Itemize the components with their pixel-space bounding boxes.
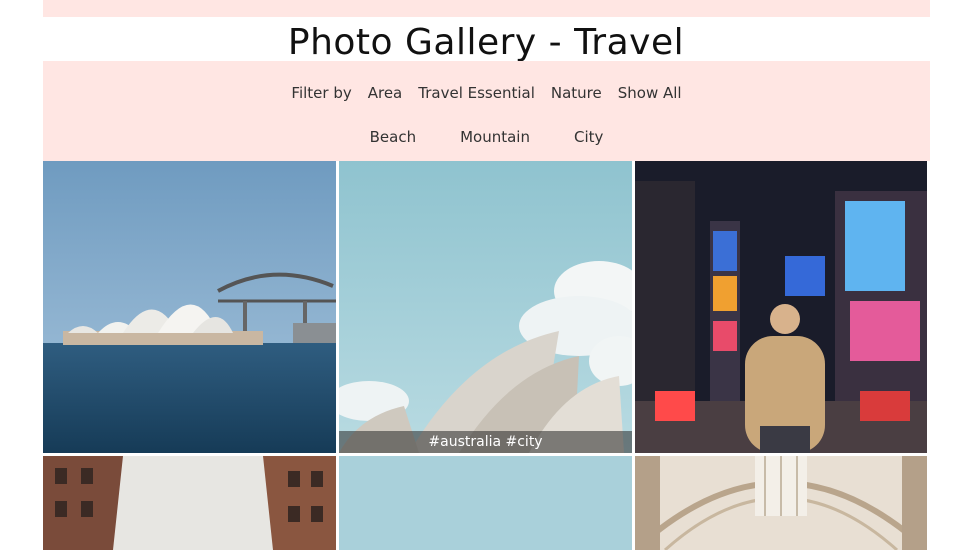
filter-nature[interactable]: Nature bbox=[551, 84, 602, 102]
photo-image bbox=[635, 456, 927, 550]
filter-show-all[interactable]: Show All bbox=[618, 84, 682, 102]
filter-row-sub: Beach Mountain City bbox=[43, 128, 930, 146]
photo-tags-caption: #australia #city bbox=[339, 431, 632, 453]
photo-image bbox=[43, 456, 336, 550]
photo-image bbox=[339, 456, 632, 550]
filter-row-main: Filter by Area Travel Essential Nature S… bbox=[43, 84, 930, 102]
photo-image bbox=[43, 161, 336, 453]
filter-mountain[interactable]: Mountain bbox=[460, 128, 530, 146]
filter-nav: Filter by Area Travel Essential Nature S… bbox=[43, 61, 930, 161]
photo-sky[interactable] bbox=[339, 456, 632, 550]
photo-image bbox=[339, 161, 632, 453]
filter-by-label: Filter by bbox=[291, 84, 352, 102]
top-banner-strip bbox=[43, 0, 930, 17]
filter-city[interactable]: City bbox=[574, 128, 603, 146]
filter-area[interactable]: Area bbox=[368, 84, 403, 102]
photo-opera-house-closeup[interactable]: #australia #city bbox=[339, 161, 632, 453]
photo-grid: #australia #city bbox=[43, 161, 930, 550]
photo-brick-buildings[interactable] bbox=[43, 456, 336, 550]
photo-glass-arcade[interactable] bbox=[635, 456, 927, 550]
photo-times-square[interactable] bbox=[635, 161, 927, 453]
page-title: Photo Gallery - Travel bbox=[287, 22, 685, 63]
filter-beach[interactable]: Beach bbox=[370, 128, 416, 146]
photo-image bbox=[635, 161, 927, 453]
filter-travel-essential[interactable]: Travel Essential bbox=[418, 84, 535, 102]
photo-sydney-harbour[interactable] bbox=[43, 161, 336, 453]
